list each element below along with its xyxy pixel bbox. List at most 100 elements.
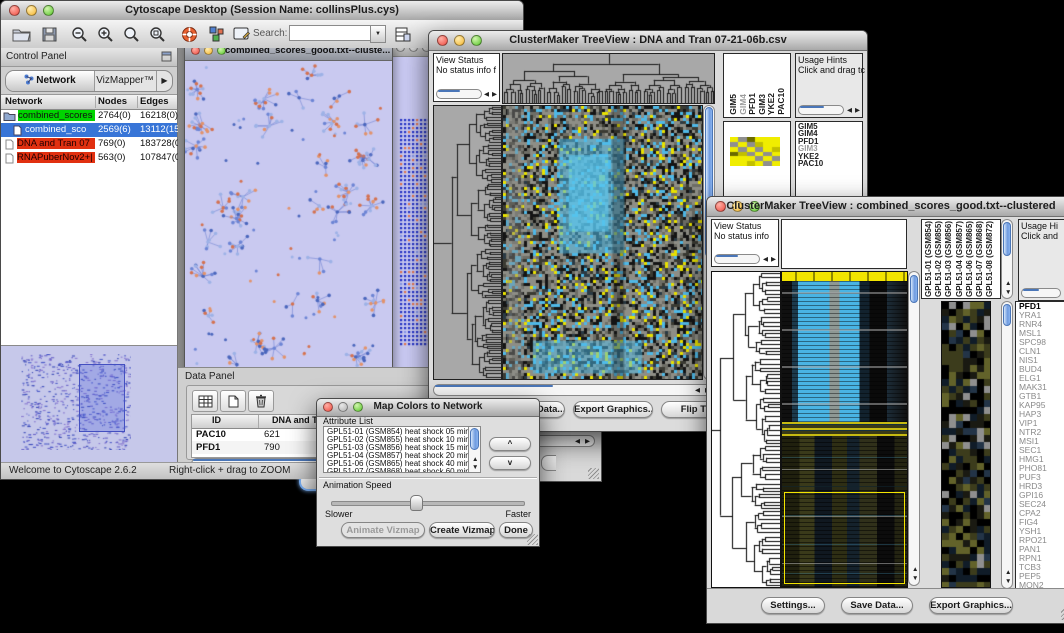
zoom-fit-icon[interactable] [119,23,143,45]
table-import-icon[interactable] [391,23,415,45]
tab-vizmapper[interactable]: VizMapper™ [94,71,156,91]
tv1-row-dendrogram[interactable] [433,105,502,380]
view-status-scrollbar[interactable] [714,254,760,264]
scroll-down-arrow[interactable]: ▼ [912,575,918,582]
scroll-down-arrow[interactable]: ▼ [1005,289,1011,296]
scrollbar-thumb[interactable] [716,255,738,257]
usage-scrollbar[interactable] [1021,288,1061,298]
search-input[interactable] [289,25,373,41]
settings-button[interactable]: Settings... [761,597,825,614]
zoom-out-icon[interactable] [67,23,91,45]
animation-speed-slider-track[interactable] [331,501,525,506]
scroll-left-arrow[interactable]: ◀ [484,91,489,98]
export-graphics-button[interactable]: Export Graphics... [573,401,653,418]
delete-attribute-trash-icon[interactable] [248,390,274,412]
scroll-up-arrow[interactable]: ▲ [1005,280,1011,287]
tv2-genelist-vscrollbar[interactable]: ▲ ▼ [1001,301,1013,589]
scrollbar-thumb[interactable] [470,428,479,450]
scroll-up-arrow[interactable]: ▲ [1005,569,1011,576]
gene-label[interactable]: PAC10 [798,160,823,167]
tv2-secondary-heatmap[interactable] [941,301,991,588]
help-lifebuoy-icon[interactable] [177,23,201,45]
usage-scrollbar[interactable] [798,105,844,115]
network-canvas[interactable] [185,61,390,367]
tab-overflow-arrow[interactable]: ▶ [156,71,172,91]
save-button[interactable] [37,23,61,45]
snapshot-icon[interactable] [229,23,253,45]
scroll-up-arrow[interactable]: ▲ [472,456,478,463]
move-up-button[interactable]: ^ [489,437,531,451]
scroll-left-arrow[interactable]: ◀ [763,256,768,263]
resize-grip[interactable] [588,468,599,479]
scroll-right-arrow[interactable]: ▶ [855,107,860,114]
attribute-list-vscrollbar[interactable]: ▲ ▼ [468,427,480,472]
scrollbar-thumb[interactable] [800,106,824,108]
float-panel-icon[interactable] [161,51,172,62]
scroll-down-arrow[interactable]: ▼ [472,464,478,471]
scrollbar-thumb[interactable] [1003,304,1011,326]
network-row[interactable]: DNA and Tran 07 769(0) 183728(0) [1,137,177,151]
main-titlebar[interactable]: Cytoscape Desktop (Session Name: collins… [1,1,523,21]
scroll-left-arrow[interactable]: ◀ [575,438,580,445]
move-down-button[interactable]: v [489,456,531,470]
save-data-button[interactable]: Save Data... [841,597,913,614]
animation-speed-slider-thumb[interactable] [410,495,423,511]
birdseye-view[interactable] [1,345,177,463]
network-frame-titlebar[interactable]: combined_scores_good.txt--cluste... [185,48,392,61]
network-row-selected[interactable]: combined_sco 2569(6) 13112(15) [1,123,177,137]
network-row[interactable]: RNAPuberNov2+| 563(0) 107847(0) [1,151,177,165]
tv1-column-dendrogram[interactable] [502,53,715,104]
zoom-selected-icon[interactable] [145,23,169,45]
tv2-row-dendrogram[interactable] [711,271,781,588]
control-panel-tabs: Network VizMapper™ ▶ [5,70,173,92]
tv1-hscrollbar[interactable]: ◀ ▶ [433,384,715,396]
attribute-items: GPL51-01 (GSM854) heat shock 05 minGPL51… [327,428,467,473]
tab-network-label: Network [36,75,75,86]
col-edges[interactable]: Edges [140,96,169,107]
minimize-button[interactable] [409,48,418,52]
scroll-right-arrow[interactable]: ▶ [585,438,590,445]
col-nodes[interactable]: Nodes [98,96,127,107]
attribute-select-icon[interactable] [192,390,218,412]
export-graphics-button[interactable]: Export Graphics... [929,597,1013,614]
scroll-left-arrow[interactable]: ◀ [847,107,852,114]
treeview1-titlebar[interactable]: ClusterMaker TreeView : DNA and Tran 07-… [429,31,867,51]
tv2-heatmap-vscrollbar[interactable]: ▲ ▼ [908,271,920,586]
network-view-frame[interactable]: combined_scores_good.txt--cluste... [184,48,393,367]
dialog-titlebar[interactable]: Map Colors to Network [317,399,539,417]
annotation-icon[interactable] [205,23,229,45]
scroll-down-arrow[interactable]: ▼ [1005,578,1011,585]
minimize-button[interactable] [204,48,213,55]
scroll-left-arrow[interactable]: ◀ [695,387,700,394]
close-button[interactable] [396,48,405,52]
search-dropdown-arrow[interactable]: ▼ [370,25,386,43]
tv2-heatmap[interactable] [781,271,908,588]
tv1-similarity-matrix[interactable] [730,137,780,166]
viewport-indicator[interactable] [79,364,125,432]
tab-network[interactable]: Network [6,71,95,91]
scrollbar-thumb[interactable] [435,385,553,387]
tv2-column-dendrogram-area [781,219,907,269]
scrollbar-thumb[interactable] [1003,222,1011,256]
scroll-up-arrow[interactable]: ▲ [912,566,918,573]
scroll-right-arrow[interactable]: ▶ [771,256,776,263]
view-status-scrollbar[interactable] [436,89,482,99]
new-attribute-icon[interactable] [220,390,246,412]
treeview2-titlebar[interactable]: ClusterMaker TreeView : combined_scores_… [707,197,1064,217]
col-network[interactable]: Network [5,96,42,107]
attribute-listbox[interactable]: GPL51-01 (GSM854) heat shock 05 minGPL51… [323,426,481,473]
scrollbar-thumb[interactable] [1023,289,1039,291]
scrollbar-thumb[interactable] [438,90,460,92]
close-button[interactable] [191,48,200,55]
attribute-item[interactable]: GPL51-07 (GSM868) heat shock 60 min [327,468,467,473]
scrollbar-thumb[interactable] [910,275,918,303]
create-vizmap-button[interactable]: Create Vizmap [429,522,495,538]
col-id[interactable]: ID [212,415,221,425]
open-file-button[interactable] [9,23,33,45]
resize-grip[interactable] [527,534,538,545]
zoom-in-icon[interactable] [93,23,117,45]
tv1-heatmap[interactable] [502,105,703,380]
tv2-collabel-vscrollbar[interactable]: ▲ ▼ [1001,219,1013,299]
network-row[interactable]: combined_scores 2764(0) 16218(0) [1,109,177,123]
scroll-right-arrow[interactable]: ▶ [492,91,497,98]
